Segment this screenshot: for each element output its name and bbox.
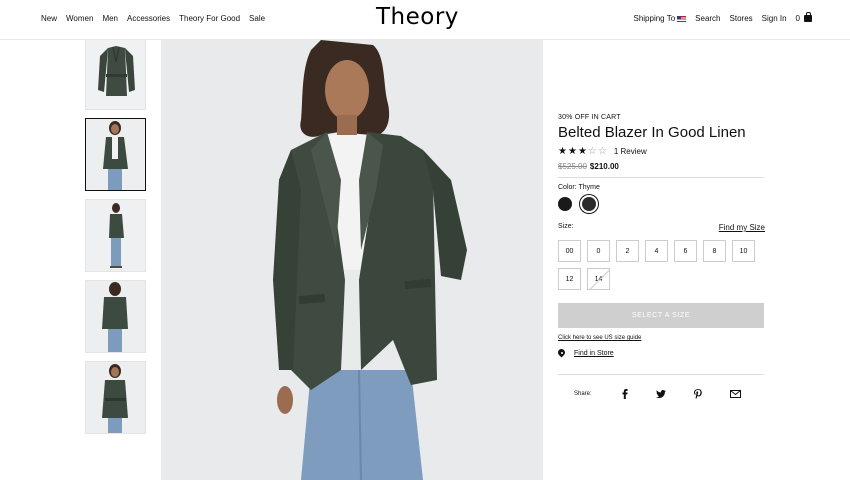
model-wearing-blazer-image — [161, 40, 543, 480]
original-price: $525.00 — [558, 162, 587, 171]
product-details: 30% OFF IN CART Belted Blazer In Good Li… — [558, 114, 765, 399]
size-options: 00 0 2 4 6 8 10 12 14 — [558, 240, 765, 290]
us-flag-icon — [677, 15, 687, 22]
thumbnail-5[interactable] — [85, 361, 146, 434]
model-side-image — [86, 200, 145, 271]
twitter-icon[interactable] — [655, 390, 666, 398]
nav-men[interactable]: Men — [102, 14, 118, 23]
thumbnail-2[interactable] — [85, 118, 146, 191]
promo-label: 30% OFF IN CART — [558, 114, 621, 121]
shipping-label: Shipping To — [633, 14, 676, 23]
site-header: New Women Men Accessories Theory For Goo… — [0, 0, 850, 40]
divider — [558, 374, 764, 375]
size-option-6[interactable]: 6 — [674, 240, 697, 262]
thumbnail-gallery — [85, 40, 146, 442]
us-size-guide-link[interactable]: Click here to see US size guide — [558, 335, 765, 341]
find-my-size-link[interactable]: Find my Size — [719, 223, 765, 232]
utility-nav: Shipping To Search Stores Sign In 0 — [633, 12, 812, 23]
stores-link[interactable]: Stores — [730, 14, 753, 23]
thumbnail-3[interactable] — [85, 199, 146, 272]
nav-accessories[interactable]: Accessories — [127, 14, 170, 23]
location-pin-icon — [558, 349, 565, 358]
main-nav: New Women Men Accessories Theory For Goo… — [41, 14, 265, 23]
star-filled-icon: ★ — [577, 146, 588, 157]
color-swatch-thyme[interactable] — [582, 197, 596, 211]
nav-sale[interactable]: Sale — [249, 14, 265, 23]
shipping-to-link[interactable]: Shipping To — [633, 14, 687, 23]
size-option-0[interactable]: 0 — [587, 240, 610, 262]
size-header: Size: Find my Size — [558, 223, 765, 232]
size-option-12[interactable]: 12 — [558, 268, 581, 290]
star-filled-icon: ★ — [567, 146, 578, 157]
color-swatches — [558, 197, 765, 211]
share-icons — [622, 389, 741, 399]
size-option-00[interactable]: 00 — [558, 240, 581, 262]
facebook-icon[interactable] — [622, 389, 628, 399]
product-title: Belted Blazer In Good Linen — [558, 124, 746, 141]
share-label: Share: — [574, 391, 592, 397]
star-empty-icon: ☆ — [597, 146, 608, 157]
thumbnail-1[interactable] — [85, 40, 146, 110]
blazer-flat-image — [86, 40, 145, 109]
size-option-8[interactable]: 8 — [703, 240, 726, 262]
sale-price: $210.00 — [589, 162, 619, 171]
color-swatch-black[interactable] — [558, 197, 572, 211]
model-back-image — [86, 281, 145, 352]
color-label: Color: Thyme — [558, 184, 600, 191]
model-belted-image — [86, 362, 145, 433]
shopping-bag-icon — [804, 12, 812, 22]
size-option-2[interactable]: 2 — [616, 240, 639, 262]
price-row: $525.00 $210.00 — [558, 162, 765, 171]
sign-in-link[interactable]: Sign In — [762, 14, 787, 23]
search-link[interactable]: Search — [695, 14, 720, 23]
share-row: Share: — [558, 389, 765, 399]
find-in-store-row: Find in Store — [558, 349, 765, 358]
email-icon[interactable] — [729, 390, 741, 398]
nav-women[interactable]: Women — [66, 14, 93, 23]
review-count-link[interactable]: 1 Review — [614, 147, 647, 156]
pinterest-icon[interactable] — [693, 389, 702, 399]
main-product-image[interactable] — [161, 40, 543, 480]
nav-new[interactable]: New — [41, 14, 57, 23]
size-label: Size: — [558, 223, 574, 230]
rating-row: ★★★☆☆ 1 Review — [558, 146, 765, 157]
size-option-10[interactable]: 10 — [732, 240, 755, 262]
thumbnail-4[interactable] — [85, 280, 146, 353]
size-option-14[interactable]: 14 — [587, 268, 610, 290]
model-front-image — [86, 119, 145, 190]
select-size-button[interactable]: SELECT A SIZE — [558, 303, 764, 328]
bag-count: 0 — [795, 14, 800, 23]
star-rating: ★★★☆☆ — [558, 146, 608, 157]
brand-logo[interactable]: Theory — [376, 4, 459, 30]
size-option-4[interactable]: 4 — [645, 240, 668, 262]
nav-theory-for-good[interactable]: Theory For Good — [179, 14, 240, 23]
star-empty-icon: ☆ — [587, 146, 598, 157]
star-filled-icon: ★ — [558, 146, 568, 157]
bag-link[interactable]: 0 — [795, 12, 812, 23]
divider — [558, 177, 764, 178]
find-in-store-link[interactable]: Find in Store — [574, 350, 614, 357]
